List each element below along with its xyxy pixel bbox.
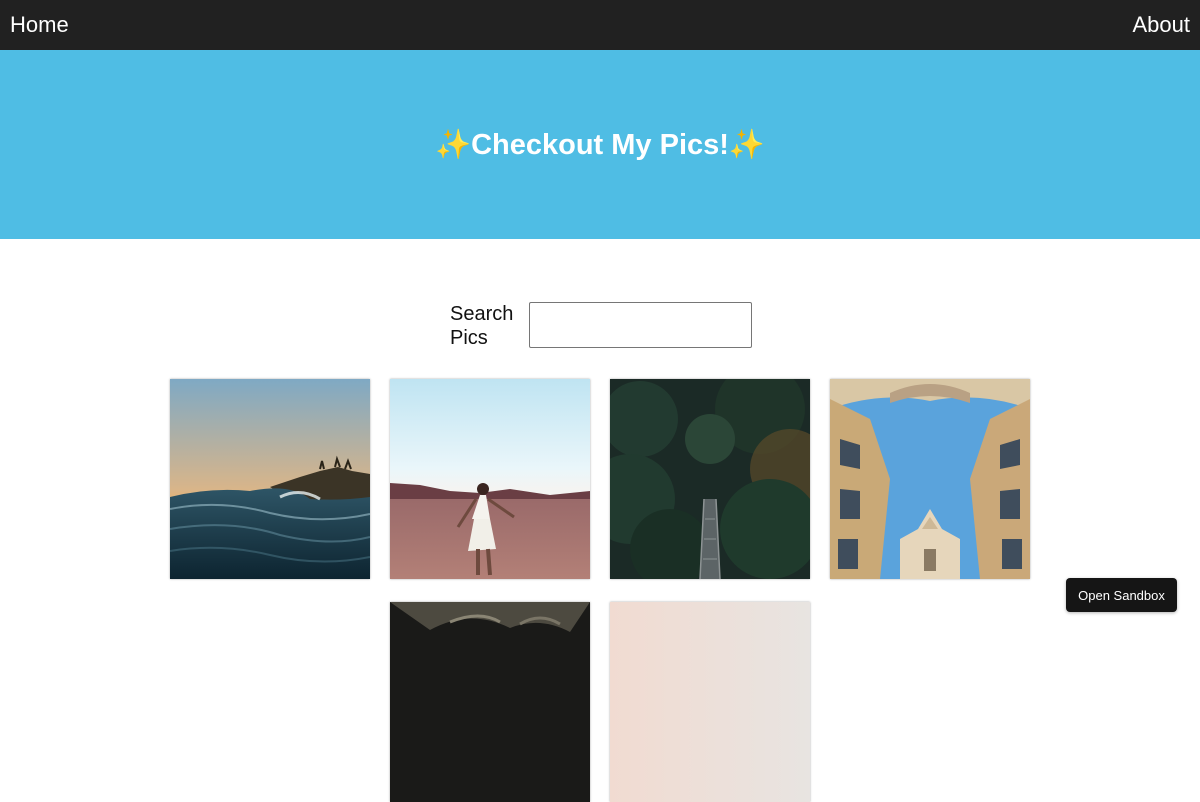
- buildings-sky-photo: [830, 379, 1030, 579]
- ocean-wave-photo: [170, 379, 370, 579]
- woman-beach-photo: [390, 379, 590, 579]
- gallery-image-forest-bridge[interactable]: [610, 379, 810, 579]
- gallery-image-ocean-wave[interactable]: [170, 379, 370, 579]
- light-photo: [610, 602, 810, 802]
- page-title: ✨Checkout My Pics!✨: [434, 129, 766, 161]
- search-label: Search Pics: [450, 303, 514, 349]
- nav-about-link[interactable]: About: [1133, 0, 1191, 50]
- hero-banner: ✨Checkout My Pics!✨: [0, 50, 1200, 239]
- dark-photo: [390, 602, 590, 802]
- gallery-image-light[interactable]: [610, 602, 810, 802]
- top-nav-bar: Home About: [0, 0, 1200, 50]
- gallery-image-woman-beach[interactable]: [390, 379, 590, 579]
- open-sandbox-button[interactable]: Open Sandbox: [1066, 578, 1177, 612]
- gallery-image-dark[interactable]: [390, 602, 590, 802]
- forest-bridge-photo: [610, 379, 810, 579]
- nav-home-link[interactable]: Home: [10, 0, 69, 50]
- search-input[interactable]: [529, 302, 752, 348]
- gallery-image-buildings-sky[interactable]: [830, 379, 1030, 579]
